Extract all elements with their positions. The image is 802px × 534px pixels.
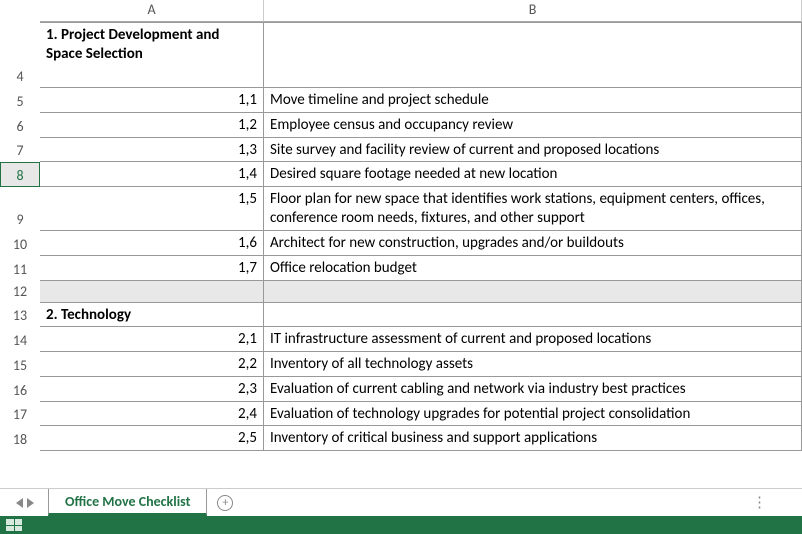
row-header[interactable]: 12 [0, 281, 40, 303]
cell-B9[interactable]: Floor plan for new space that identifies… [264, 187, 802, 231]
sheet-tab-label: Office Move Checklist [65, 493, 190, 510]
table-row: 5 1,1 Move timeline and project schedule [0, 88, 802, 113]
cell-A12[interactable] [40, 281, 264, 303]
cell-B7[interactable]: Site survey and facility review of curre… [264, 138, 802, 163]
cell-A16[interactable]: 2,3 [40, 377, 264, 402]
row-header[interactable]: 7 [0, 138, 40, 163]
cell-A5[interactable]: 1,1 [40, 88, 264, 113]
horizontal-scroll-nub[interactable] [779, 489, 802, 516]
chevron-right-icon [27, 498, 34, 508]
cell-B8[interactable]: Desired square footage needed at new loc… [264, 162, 802, 187]
column-headers: A B [0, 0, 802, 22]
table-row: 13 2. Technology [0, 303, 802, 328]
table-row: 15 2,2 Inventory of all technology asset… [0, 352, 802, 377]
cell-B18[interactable]: Inventory of critical business and suppo… [264, 426, 802, 451]
table-row: 17 2,4 Evaluation of technology upgrades… [0, 402, 802, 427]
tab-spacer [243, 489, 740, 516]
sheet-tab-active[interactable]: Office Move Checklist [48, 489, 207, 516]
row-header[interactable]: 10 [0, 231, 40, 256]
cell-B17[interactable]: Evaluation of technology upgrades for po… [264, 402, 802, 427]
row-header[interactable]: 15 [0, 352, 40, 377]
table-row: 9 1,5 Floor plan for new space that iden… [0, 187, 802, 231]
row-header[interactable]: 9 [0, 187, 40, 231]
cell-B14[interactable]: IT infrastructure assessment of current … [264, 327, 802, 352]
cell-A18[interactable]: 2,5 [40, 426, 264, 451]
cell-A10[interactable]: 1,6 [40, 231, 264, 256]
cell-B10[interactable]: Architect for new construction, upgrades… [264, 231, 802, 256]
row-header[interactable]: 18 [0, 426, 40, 451]
cell-B5[interactable]: Move timeline and project schedule [264, 88, 802, 113]
table-row: 6 1,2 Employee census and occupancy revi… [0, 113, 802, 138]
select-all-corner[interactable] [0, 0, 40, 22]
cell-B6[interactable]: Employee census and occupancy review [264, 113, 802, 138]
cell-A13[interactable]: 2. Technology [40, 303, 264, 328]
table-row: 11 1,7 Office relocation budget [0, 256, 802, 281]
plus-icon: + [217, 495, 233, 511]
row-header[interactable]: 4 [0, 22, 40, 88]
cell-A7[interactable]: 1,3 [40, 138, 264, 163]
table-row: 14 2,1 IT infrastructure assessment of c… [0, 327, 802, 352]
table-row: 18 2,5 Inventory of critical business an… [0, 426, 802, 451]
cell-A4[interactable]: 1. Project Development and Space Selecti… [40, 22, 264, 88]
cell-B15[interactable]: Inventory of all technology assets [264, 352, 802, 377]
row-header[interactable]: 13 [0, 303, 40, 328]
cell-B4[interactable] [264, 22, 802, 88]
row-header[interactable]: 17 [0, 402, 40, 427]
column-header-A[interactable]: A [40, 0, 264, 22]
worksheet-area: A B 4 1. Project Development and Space S… [0, 0, 802, 488]
row-header[interactable]: 11 [0, 256, 40, 281]
table-row: 16 2,3 Evaluation of current cabling and… [0, 377, 802, 402]
row-header[interactable]: 5 [0, 88, 40, 113]
sheet-tab-strip: Office Move Checklist + ⋮ [0, 488, 802, 516]
cell-B12[interactable] [264, 281, 802, 303]
cells-grid: 4 1. Project Development and Space Selec… [0, 22, 802, 488]
row-header[interactable]: 16 [0, 377, 40, 402]
column-header-B[interactable]: B [264, 0, 802, 22]
cell-A17[interactable]: 2,4 [40, 402, 264, 427]
cell-A14[interactable]: 2,1 [40, 327, 264, 352]
record-macro-icon[interactable] [6, 519, 22, 531]
cell-A6[interactable]: 1,2 [40, 113, 264, 138]
tab-scroll-buttons[interactable] [6, 489, 44, 516]
table-row: 4 1. Project Development and Space Selec… [0, 22, 802, 88]
cell-A8[interactable]: 1,4 [40, 162, 264, 187]
bottom-bar: Office Move Checklist + ⋮ [0, 488, 802, 534]
cell-B16[interactable]: Evaluation of current cabling and networ… [264, 377, 802, 402]
row-header[interactable]: 14 [0, 327, 40, 352]
chevron-left-icon [16, 498, 23, 508]
table-row-blank: 12 [0, 281, 802, 303]
row-header[interactable]: 6 [0, 113, 40, 138]
status-bar [0, 516, 802, 534]
cell-A11[interactable]: 1,7 [40, 256, 264, 281]
tab-options-button[interactable]: ⋮ [740, 489, 779, 516]
new-sheet-button[interactable]: + [207, 489, 243, 516]
table-row: 10 1,6 Architect for new construction, u… [0, 231, 802, 256]
cell-A15[interactable]: 2,2 [40, 352, 264, 377]
cell-A9[interactable]: 1,5 [40, 187, 264, 231]
table-row: 7 1,3 Site survey and facility review of… [0, 138, 802, 163]
cell-B11[interactable]: Office relocation budget [264, 256, 802, 281]
table-row: 8 1,4 Desired square footage needed at n… [0, 162, 802, 187]
cell-B13[interactable] [264, 303, 802, 328]
row-header-active[interactable]: 8 [0, 162, 40, 187]
